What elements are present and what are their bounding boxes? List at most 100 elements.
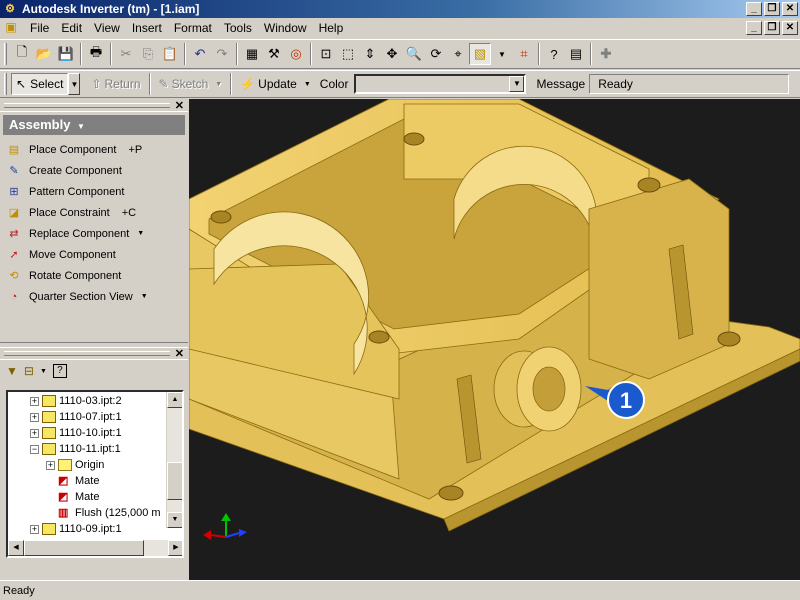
toolbar-grip[interactable]	[4, 73, 7, 95]
status-text: Ready	[3, 585, 35, 597]
graphics-viewport[interactable]: 1	[189, 99, 800, 580]
tree-row[interactable]: +1110-09.ipt:1	[8, 521, 182, 537]
display-dropdown-icon[interactable]: ▼	[491, 43, 513, 65]
tree-row[interactable]: +1110-10.ipt:1	[8, 425, 182, 441]
new-icon[interactable]: 🗋	[11, 43, 33, 65]
place-constraint-command[interactable]: ◪ Place Constraint +C	[0, 202, 188, 223]
parameters-icon[interactable]: ▦	[241, 43, 263, 65]
tree-row[interactable]: ◩ Mate	[8, 489, 182, 505]
save-icon[interactable]: 💾	[55, 43, 77, 65]
tree-row[interactable]: − 1110-11.ipt:1	[8, 441, 182, 457]
doc-close-button[interactable]: ✕	[782, 21, 798, 35]
minimize-button[interactable]: _	[746, 2, 762, 16]
scroll-left-button[interactable]: ◀	[8, 540, 24, 556]
maximize-button[interactable]: ❐	[764, 2, 780, 16]
update-button[interactable]: ⚡ Update ▼	[235, 73, 316, 95]
quarter-section-view-command[interactable]: ◔ Quarter Section View ▼	[0, 286, 188, 307]
close-button[interactable]: ✕	[782, 2, 798, 16]
chevron-down-icon[interactable]: ▼	[40, 368, 47, 375]
tree-view-icon[interactable]: ⊟	[24, 364, 34, 378]
panel-grip[interactable]: ✕	[0, 348, 188, 360]
menu-window[interactable]: Window	[258, 19, 313, 37]
tree-row[interactable]: ▥ Flush (125,000 m	[8, 505, 182, 521]
vertical-scrollbar[interactable]: ▲ ▼	[166, 392, 182, 528]
tree-expander[interactable]: +	[46, 460, 55, 470]
zoom-selected-icon[interactable]: 🔍	[403, 43, 425, 65]
rotate-icon[interactable]: ⟳	[425, 43, 447, 65]
copy-icon[interactable]: ⎘	[137, 43, 159, 65]
sketch-button[interactable]: ✎ Sketch ▼	[154, 73, 228, 95]
menu-view[interactable]: View	[88, 19, 126, 37]
select-arrow-icon: ↖	[16, 77, 27, 91]
move-component-command[interactable]: ➚ Move Component	[0, 244, 188, 265]
scroll-right-button[interactable]: ▶	[168, 540, 182, 556]
assembly-panel-header[interactable]: Assembly ▼	[3, 115, 185, 135]
add-icon[interactable]: ✚	[595, 43, 617, 65]
section-view-icon: ◔	[10, 290, 18, 303]
tree-expander[interactable]: +	[30, 396, 39, 406]
cut-icon[interactable]: ✂	[115, 43, 137, 65]
pattern-component-command[interactable]: ⊞ Pattern Component	[0, 181, 188, 202]
paste-icon[interactable]: 📋	[159, 43, 181, 65]
help-icon[interactable]: ?	[52, 364, 67, 378]
filter-icon[interactable]: ▼	[6, 364, 18, 378]
print-icon[interactable]: 🖶	[85, 43, 107, 65]
tree-expander[interactable]: +	[30, 412, 39, 422]
horizontal-scrollbar[interactable]: ◀ ▶	[8, 540, 182, 556]
shaded-display-icon[interactable]: ▧	[469, 43, 491, 65]
document-icon[interactable]: ▣	[2, 20, 20, 36]
doc-restore-button[interactable]: ❐	[764, 21, 780, 35]
create-component-command[interactable]: ✎ Create Component	[0, 160, 188, 181]
select-button[interactable]: ↖ Select	[11, 73, 69, 95]
camera-icon[interactable]: ⌗	[513, 43, 535, 65]
zoom-icon[interactable]: ⇕	[359, 43, 381, 65]
place-component-command[interactable]: ▤ Place Component +P	[0, 139, 188, 160]
tree-expander[interactable]: −	[30, 444, 39, 454]
scroll-thumb[interactable]	[24, 540, 144, 556]
replace-component-command[interactable]: ⇄ Replace Component ▼	[0, 223, 188, 244]
measure-icon[interactable]: ◎	[285, 43, 307, 65]
toolbar-grip[interactable]	[4, 43, 7, 65]
model-browser-tree[interactable]: +1110-03.ipt:2 +1110-07.ipt:1 +1110-10.ipt…	[6, 390, 184, 558]
menu-edit[interactable]: Edit	[55, 19, 88, 37]
menu-insert[interactable]: Insert	[126, 19, 168, 37]
whats-new-icon[interactable]: ▤	[565, 43, 587, 65]
menu-file[interactable]: File	[24, 19, 55, 37]
undo-icon[interactable]: ↶	[189, 43, 211, 65]
close-icon[interactable]: ✕	[175, 347, 184, 360]
zoom-all-icon[interactable]: ⊡	[315, 43, 337, 65]
tree-expander[interactable]: +	[30, 524, 39, 534]
tree-row[interactable]: ◩ Mate	[8, 473, 182, 489]
redo-icon[interactable]: ↷	[211, 43, 233, 65]
rotate-component-command[interactable]: ⟲ Rotate Component	[0, 265, 188, 286]
tree-row[interactable]: +1110-03.ipt:2	[8, 393, 182, 409]
color-select[interactable]: ▼	[354, 74, 527, 94]
inventor-app-icon[interactable]: ⚙	[2, 2, 18, 16]
help-icon[interactable]: ?	[543, 43, 565, 65]
zoom-window-icon[interactable]: ⬚	[337, 43, 359, 65]
gearbox-housing-model: 1	[189, 99, 800, 540]
chevron-down-icon: ▼	[140, 293, 148, 300]
tree-label: Mate	[75, 475, 100, 487]
rotate-component-icon: ⟲	[9, 270, 19, 282]
doc-minimize-button[interactable]: _	[746, 21, 762, 35]
menu-format[interactable]: Format	[168, 19, 218, 37]
chevron-down-icon[interactable]: ▼	[509, 76, 525, 92]
menu-help[interactable]: Help	[313, 19, 350, 37]
panel-grip[interactable]: ✕	[0, 100, 188, 112]
tree-row[interactable]: + Origin	[8, 457, 182, 473]
open-icon[interactable]: 📂	[33, 43, 55, 65]
look-at-icon[interactable]: ⌖	[447, 43, 469, 65]
pan-icon[interactable]: ✥	[381, 43, 403, 65]
scroll-up-button[interactable]: ▲	[167, 392, 182, 408]
standard-toolbar: 🗋 📂 💾 🖶 ✂ ⎘ 📋 ↶ ↷ ▦ ⚒ ◎ ⊡ ⬚ ⇕ ✥ 🔍 ⟳ ⌖ ▧ …	[0, 39, 800, 69]
tree-expander[interactable]: +	[30, 428, 39, 438]
tree-row[interactable]: +1110-07.ipt:1	[8, 409, 182, 425]
menu-tools[interactable]: Tools	[218, 19, 258, 37]
close-icon[interactable]: ✕	[175, 99, 184, 112]
return-button[interactable]: ⇧ Return	[86, 73, 145, 95]
select-dropdown-button[interactable]: ▼	[68, 73, 81, 95]
scroll-down-button[interactable]: ▼	[167, 512, 182, 528]
tools-icon[interactable]: ⚒	[263, 43, 285, 65]
scroll-thumb[interactable]	[167, 462, 182, 500]
